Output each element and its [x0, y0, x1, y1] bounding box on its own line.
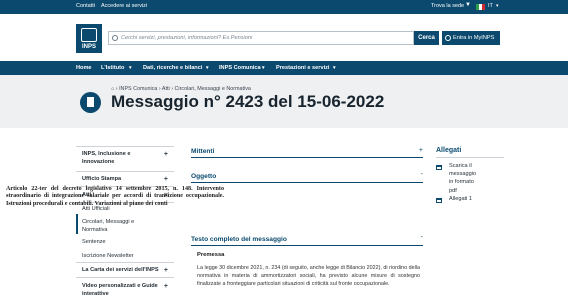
- search-input[interactable]: Cerchi servizi, prestazioni, informazion…: [108, 31, 414, 45]
- expand-icon[interactable]: +: [164, 151, 168, 159]
- download-icon[interactable]: [436, 165, 442, 170]
- collapse-icon[interactable]: -: [421, 234, 423, 241]
- sidebar-item-ufficio-stampa[interactable]: Ufficio Stampa +: [82, 176, 174, 183]
- document-icon: [80, 92, 101, 113]
- section-oggetto[interactable]: Oggetto: [191, 173, 216, 180]
- nav-istituto[interactable]: L'Istituto: [101, 65, 124, 71]
- active-indicator: [76, 214, 78, 234]
- premessa-heading: Premessa: [197, 252, 225, 258]
- sidebar-subitem-circolari[interactable]: Circolari, Messaggi e Normativa: [82, 219, 174, 234]
- message-body: La legge 30 dicembre 2021, n. 234 (di se…: [197, 265, 420, 287]
- link-contatti[interactable]: Contatti: [76, 3, 95, 9]
- location-pin-icon: ▼: [465, 2, 471, 8]
- chevron-down-icon[interactable]: ▾: [206, 65, 209, 71]
- link-trova-sede[interactable]: Trova la sede: [431, 3, 464, 9]
- logo-text: INPS: [81, 44, 96, 50]
- myinps-login-button[interactable]: Entra in MyINPS: [442, 31, 500, 45]
- language-select[interactable]: IT: [488, 3, 493, 9]
- section-mittenti[interactable]: Mittenti: [191, 148, 214, 155]
- chevron-down-icon[interactable]: ▾: [496, 3, 499, 9]
- search-placeholder: Cerchi servizi, prestazioni, informazion…: [121, 35, 253, 41]
- search-button[interactable]: Cerca: [414, 31, 439, 45]
- main-nav: Home L'Istituto ▾ Dati, ricerche e bilan…: [0, 61, 568, 75]
- link-accedere-servizi[interactable]: Accedere ai servizi: [101, 3, 147, 9]
- collapse-icon[interactable]: -: [421, 171, 423, 178]
- user-icon: [445, 35, 451, 41]
- sidebar-item-carta-servizi[interactable]: La Carta dei servizi dell'INPS +: [82, 267, 174, 274]
- nav-prestazioni-servizi[interactable]: Prestazioni e servizi: [276, 65, 329, 71]
- header: INPS Cerchi servizi, prestazioni, inform…: [0, 14, 568, 61]
- oggetto-text: Articolo 22-ter del decreto legislativo …: [6, 186, 224, 207]
- logo-mark-icon: [81, 28, 97, 42]
- nav-inps-comunica[interactable]: INPS Comunica: [219, 65, 261, 71]
- page-title: Messaggio n° 2423 del 15-06-2022: [111, 92, 385, 111]
- sidebar-item-video-guide[interactable]: Video personalizzati e Guide interattive …: [82, 283, 174, 298]
- chevron-down-icon[interactable]: ▾: [333, 65, 336, 71]
- italy-flag-icon[interactable]: [476, 4, 485, 10]
- nav-dati-ricerche[interactable]: Dati, ricerche e bilanci: [143, 65, 202, 71]
- download-pdf-link[interactable]: Scarica il messaggio in formato pdf: [449, 162, 476, 195]
- sidebar-subitem-sentenze[interactable]: Sentenze: [82, 239, 174, 245]
- allegati-title: Allegati: [436, 147, 462, 154]
- download-icon[interactable]: [436, 198, 442, 203]
- expand-icon[interactable]: +: [164, 176, 168, 183]
- inps-logo[interactable]: INPS: [76, 24, 102, 53]
- section-testo-completo[interactable]: Testo completo del messaggio: [191, 236, 287, 243]
- sidebar-item-inclusione[interactable]: INPS, Inclusione e Innovazione +: [82, 151, 174, 166]
- chevron-down-icon[interactable]: ▾: [129, 65, 132, 71]
- expand-icon[interactable]: +: [164, 283, 168, 291]
- myinps-login-label: Entra in MyINPS: [453, 35, 495, 41]
- sidebar-subitem-newsletter[interactable]: Iscrizione Newsletter: [82, 253, 174, 259]
- chevron-down-icon[interactable]: ▾: [262, 65, 265, 71]
- nav-home[interactable]: Home: [76, 65, 92, 71]
- allegati-link[interactable]: Allegati 1: [449, 195, 472, 203]
- expand-icon[interactable]: +: [419, 147, 423, 154]
- expand-icon[interactable]: +: [164, 267, 168, 274]
- top-bar: Contatti Accedere ai servizi Trova la se…: [0, 0, 568, 14]
- search-icon: [112, 35, 118, 41]
